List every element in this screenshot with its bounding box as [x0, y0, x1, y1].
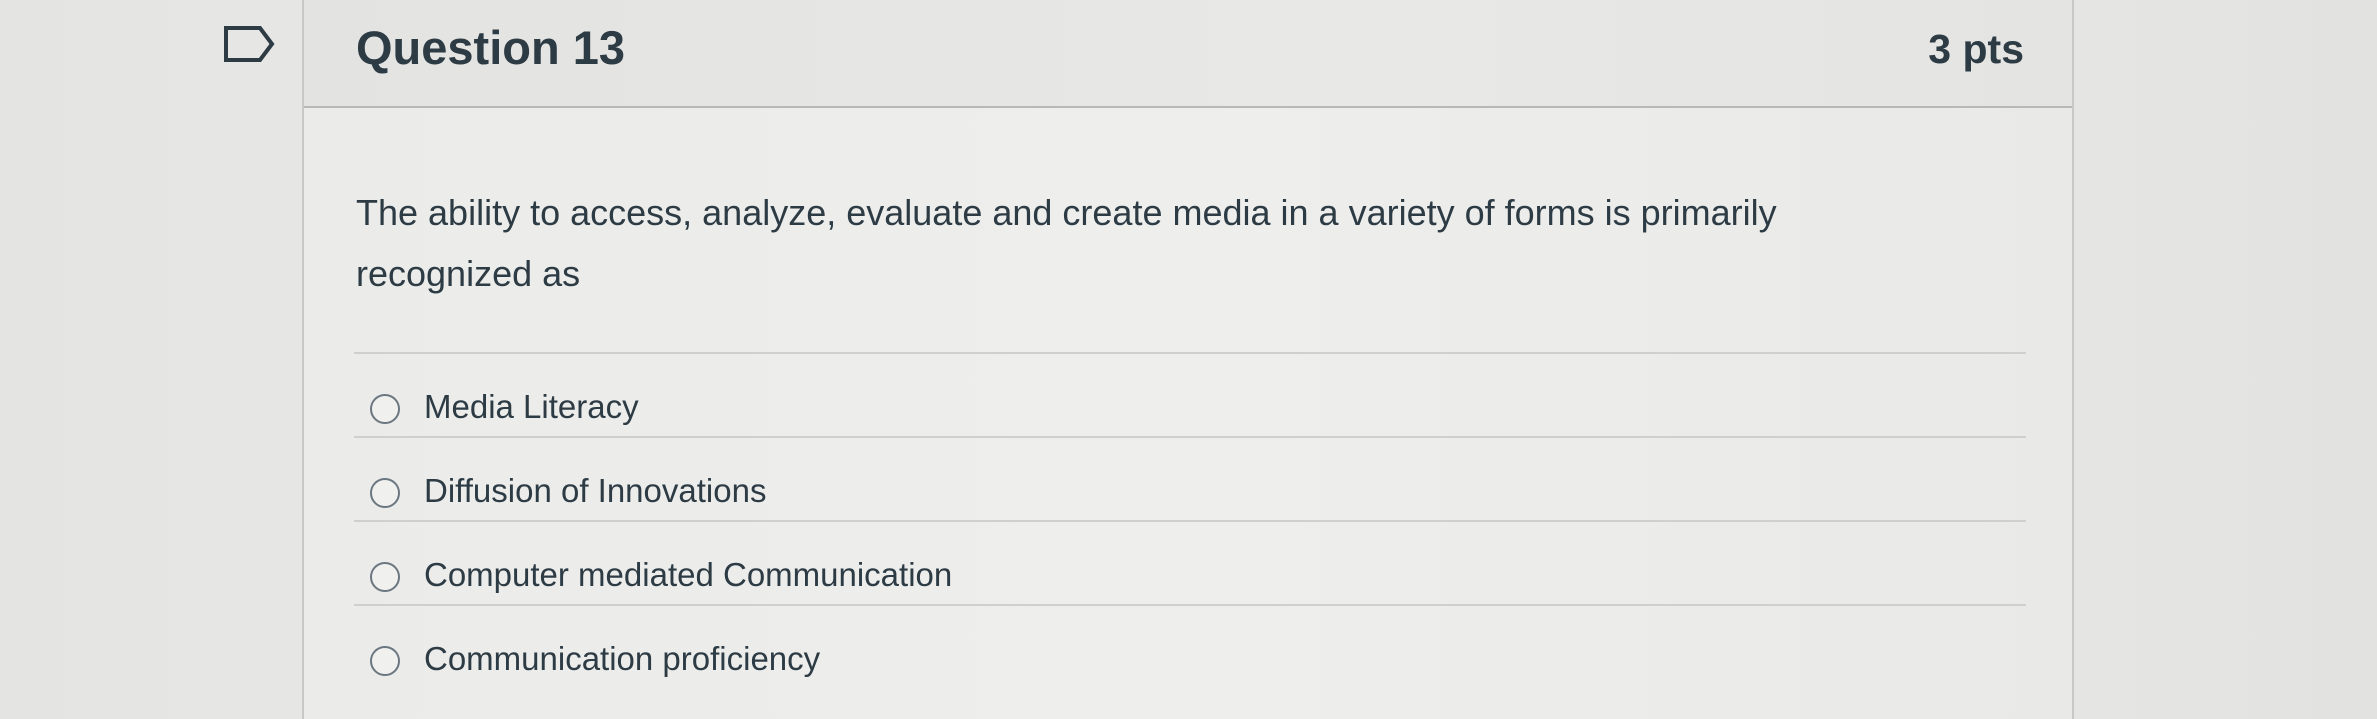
radio-button[interactable]: [370, 394, 400, 424]
answer-label[interactable]: Communication proficiency: [424, 640, 820, 678]
question-card: Question 13 3 pts The ability to access,…: [302, 0, 2074, 719]
answer-label[interactable]: Diffusion of Innovations: [424, 472, 766, 510]
radio-button[interactable]: [370, 646, 400, 676]
question-title: Question 13: [356, 21, 626, 74]
question-header: Question 13 3 pts: [304, 0, 2072, 108]
answer-option[interactable]: Diffusion of Innovations: [354, 438, 2026, 522]
radio-button[interactable]: [370, 478, 400, 508]
answer-option[interactable]: Communication proficiency: [354, 606, 2026, 690]
radio-button[interactable]: [370, 562, 400, 592]
answer-label[interactable]: Computer mediated Communication: [424, 556, 952, 594]
answer-option[interactable]: Computer mediated Communication: [354, 522, 2026, 606]
question-text: The ability to access, analyze, evaluate…: [356, 192, 1777, 294]
flag-question-icon[interactable]: [222, 22, 278, 66]
answer-list: Media Literacy Diffusion of Innovations …: [354, 352, 2026, 690]
question-points: 3 pts: [1928, 26, 2024, 72]
answer-label[interactable]: Media Literacy: [424, 388, 639, 426]
answer-option[interactable]: Media Literacy: [354, 354, 2026, 438]
quiz-page: Question 13 3 pts The ability to access,…: [0, 0, 2377, 719]
